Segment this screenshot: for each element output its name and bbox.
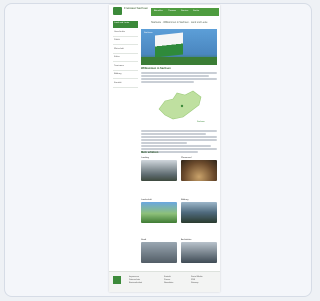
- site-logo-text: Freistaat Sachsen: [124, 6, 149, 10]
- tile-image: [141, 160, 177, 181]
- tile-caption: Plenarsaal: [181, 157, 192, 159]
- tile-image: [141, 202, 177, 223]
- more-heading: Mehr erfahren: [141, 151, 159, 154]
- tile-caption: Landschaft: [141, 199, 152, 201]
- tile-caption: Bildung: [181, 199, 189, 201]
- intro-text: [141, 71, 217, 84]
- footer-logo-icon: [113, 276, 121, 284]
- sidebar: Land und Leute Geschichte Politik Wirtsc…: [113, 21, 138, 89]
- tile[interactable]: Landtag: [141, 157, 177, 181]
- sidebar-item-7[interactable]: Kontakt: [113, 81, 138, 88]
- hero-ground: [141, 57, 217, 65]
- tile-image: [181, 202, 217, 223]
- breadcrumb: Startseite · Willkommen in Sachsen · Lan…: [151, 21, 208, 24]
- nav-item[interactable]: Suche: [193, 10, 199, 12]
- tile[interactable]: Architektur: [181, 239, 217, 263]
- tile-image: [141, 242, 177, 263]
- site-footer: Impressum Datenschutz Barrierefreiheit K…: [109, 271, 220, 292]
- footer-link[interactable]: Newsletter: [164, 282, 173, 285]
- footer-link[interactable]: Barrierefreiheit: [129, 282, 142, 285]
- saxony-map: [158, 90, 202, 120]
- footer-link[interactable]: Sitemap: [191, 282, 202, 285]
- tile-caption: Stadt: [141, 239, 147, 241]
- sidebar-item-6[interactable]: Bildung: [113, 72, 138, 79]
- site-logo-icon[interactable]: [113, 7, 122, 15]
- sidebar-item-3[interactable]: Wirtschaft: [113, 47, 138, 54]
- nav-item[interactable]: Themen: [168, 10, 176, 12]
- hero-caption: Sachsen: [144, 32, 153, 34]
- intro-heading: Willkommen in Sachsen: [141, 67, 171, 70]
- tile-image: [181, 160, 217, 181]
- tile-caption: Architektur: [181, 239, 192, 241]
- tile[interactable]: Stadt: [141, 239, 177, 263]
- sidebar-item-4[interactable]: Kultur: [113, 55, 138, 62]
- site-header: Freistaat Sachsen Aktuelles Themen Servi…: [109, 5, 220, 19]
- main-nav: Aktuelles Themen Service Suche: [151, 8, 219, 16]
- sidebar-item-1[interactable]: Geschichte: [113, 30, 138, 37]
- sidebar-item-0[interactable]: Land und Leute: [113, 21, 138, 28]
- tile[interactable]: Bildung: [181, 199, 217, 223]
- map-label: Sachsen: [197, 121, 205, 123]
- flag-icon: [155, 32, 183, 58]
- page-thumbnail[interactable]: Freistaat Sachsen Aktuelles Themen Servi…: [109, 5, 220, 292]
- footer-col-1: Impressum Datenschutz Barrierefreiheit: [129, 276, 142, 285]
- hero-image: Sachsen: [141, 29, 217, 65]
- nav-item[interactable]: Aktuelles: [154, 10, 163, 12]
- tile[interactable]: Landschaft: [141, 199, 177, 223]
- tile-caption: Landtag: [141, 157, 149, 159]
- nav-item[interactable]: Service: [181, 10, 188, 12]
- sidebar-item-5[interactable]: Tourismus: [113, 64, 138, 71]
- sidebar-item-2[interactable]: Politik: [113, 38, 138, 45]
- tile-image: [181, 242, 217, 263]
- tile[interactable]: Plenarsaal: [181, 157, 217, 181]
- footer-col-3: Social Media RSS Sitemap: [191, 276, 202, 285]
- footer-col-2: Kontakt Presse Newsletter: [164, 276, 173, 285]
